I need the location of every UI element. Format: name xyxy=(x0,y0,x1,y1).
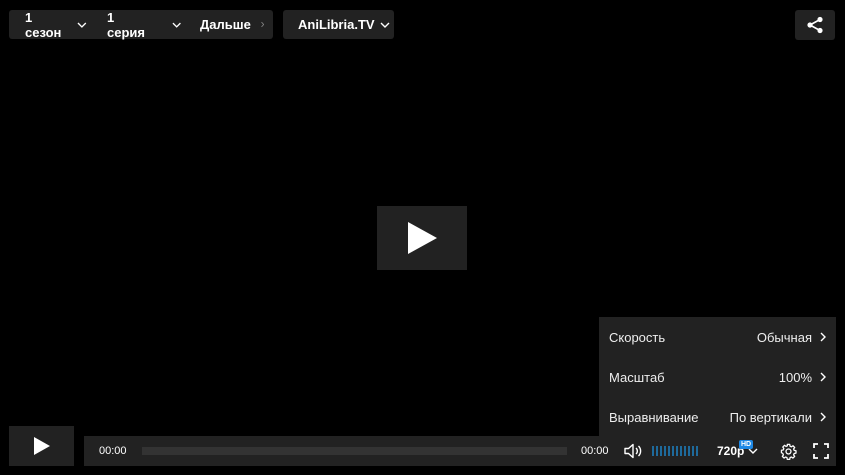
menu-item-label: Скорость xyxy=(609,329,666,345)
menu-item-value: Обычная xyxy=(756,329,812,345)
settings-menu: Скорость Обычная Масштаб 100% Выравниван… xyxy=(599,317,836,437)
menu-item-label: Масштаб xyxy=(609,369,665,385)
share-button[interactable] xyxy=(795,10,835,40)
volume-bar-segment xyxy=(672,446,674,456)
chevron-right-icon xyxy=(820,372,826,382)
volume-bar-segment xyxy=(660,446,662,456)
episode-selector-bar: 1 сезон 1 серия Дальше xyxy=(9,9,273,40)
menu-item-scale[interactable]: Масштаб 100% xyxy=(599,357,836,397)
quality-dropdown[interactable]: 720p HD xyxy=(717,436,758,466)
menu-item-value: 100% xyxy=(778,369,812,385)
menu-item-value: По вертикали xyxy=(729,409,812,425)
source-dropdown[interactable]: AniLibria.TV xyxy=(283,10,394,39)
source-label: AniLibria.TV xyxy=(298,17,375,32)
share-icon xyxy=(807,16,823,34)
duration-time: 00:00 xyxy=(581,445,609,457)
menu-item-label: Выравнивание xyxy=(609,409,699,425)
volume-bar-segment xyxy=(652,446,654,456)
volume-bar-segment xyxy=(676,446,678,456)
hd-badge: HD xyxy=(739,440,754,449)
episode-label: 1 серия xyxy=(107,9,145,40)
gear-icon xyxy=(780,443,797,460)
chevron-right-icon xyxy=(820,332,826,342)
volume-bar-segment xyxy=(656,446,658,456)
fullscreen-icon xyxy=(813,443,829,459)
chevron-right-icon xyxy=(820,412,826,422)
fullscreen-button[interactable] xyxy=(806,436,836,466)
play-icon xyxy=(33,437,50,455)
volume-bar-segment xyxy=(692,446,694,456)
volume-bar-segment xyxy=(684,446,686,456)
play-button[interactable] xyxy=(9,426,74,466)
volume-slider[interactable] xyxy=(652,446,698,456)
episode-dropdown[interactable]: 1 серия xyxy=(96,9,190,40)
volume-icon[interactable] xyxy=(624,443,642,459)
season-dropdown[interactable]: 1 сезон xyxy=(9,9,96,40)
chevron-right-icon xyxy=(261,21,264,28)
season-label: 1 сезон xyxy=(25,9,62,40)
volume-bar-segment xyxy=(688,446,690,456)
volume-bar-segment xyxy=(668,446,670,456)
volume-bar-segment xyxy=(696,446,698,456)
volume-bar-segment xyxy=(680,446,682,456)
chevron-down-icon xyxy=(77,22,87,28)
menu-item-speed[interactable]: Скорость Обычная xyxy=(599,317,836,357)
progress-bar[interactable] xyxy=(142,447,567,455)
chevron-down-icon xyxy=(172,22,181,28)
play-icon xyxy=(408,222,437,254)
volume-bar-segment xyxy=(664,446,666,456)
big-play-button[interactable] xyxy=(377,206,467,270)
chevron-down-icon xyxy=(380,22,390,28)
next-label: Дальше xyxy=(200,17,251,32)
settings-button[interactable] xyxy=(774,436,802,466)
current-time: 00:00 xyxy=(99,445,127,457)
menu-item-alignment[interactable]: Выравнивание По вертикали xyxy=(599,397,836,437)
next-episode-button[interactable]: Дальше xyxy=(190,10,273,39)
control-bar: 00:00 00:00 720p HD xyxy=(84,436,836,466)
